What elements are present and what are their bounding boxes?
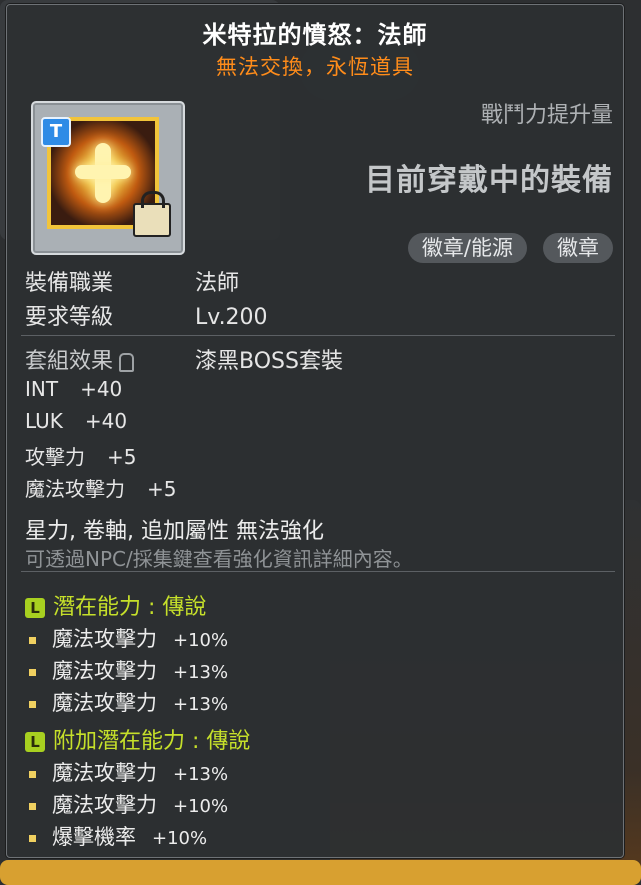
power-increase-label: 戰鬥力提升量	[480, 103, 613, 128]
stat-value: +40	[84, 409, 128, 433]
potential-line: 魔法攻擊力 +13%	[29, 687, 228, 717]
stat-name: 魔法攻擊力	[25, 477, 125, 501]
potential-line: 魔法攻擊力 +13%	[29, 655, 228, 685]
potential-name: 爆擊機率	[52, 825, 136, 849]
bullet-icon	[29, 700, 36, 708]
legendary-grade-icon: L	[25, 598, 45, 618]
stat-value: +5	[107, 445, 137, 469]
divider	[21, 571, 615, 572]
potential-name: 魔法攻擊力	[52, 691, 157, 715]
trade-note: 無法交換，永恆道具	[216, 55, 414, 79]
bonus-potential-title: 附加潛在能力 : 傳說	[53, 729, 251, 754]
potential-line: 魔法攻擊力 +10%	[29, 623, 228, 653]
background-scene	[0, 860, 641, 885]
enhance-note: 星力, 卷軸, 追加屬性 無法強化	[25, 519, 324, 544]
item-name: 米特拉的憤怒：法師	[202, 21, 428, 49]
potential-value: +10%	[152, 828, 208, 849]
required-job-value: 法師	[195, 271, 240, 296]
potential-name: 魔法攻擊力	[52, 761, 157, 785]
potential-value: +10%	[173, 630, 229, 651]
stat-value: +40	[80, 377, 123, 401]
stat-row: LUK +40	[25, 409, 127, 433]
potential-value: +13%	[173, 662, 229, 683]
bonus-potential-line: 魔法攻擊力 +13%	[29, 757, 228, 787]
divider	[21, 335, 615, 336]
bullet-icon	[29, 834, 36, 842]
potential-header: L 潛在能力 : 傳說	[25, 589, 206, 621]
stat-row: 魔法攻擊力 +5	[25, 473, 176, 502]
bullet-icon	[29, 802, 36, 810]
lock-icon	[133, 191, 171, 237]
bonus-potential-line: 爆擊機率 +10%	[29, 821, 207, 851]
item-tooltip: 米特拉的憤怒：法師 無法交換，永恆道具 T 戰鬥力提升量 目前穿戴中的裝備 徽章…	[6, 4, 624, 858]
potential-title: 潛在能力 : 傳說	[53, 595, 207, 620]
stat-row: INT +40	[25, 377, 122, 401]
category-tag: 徽章	[543, 233, 613, 263]
equipped-label: 目前穿戴中的裝備	[365, 163, 613, 198]
stat-name: LUK	[25, 409, 63, 433]
stat-row: 攻擊力 +5	[25, 441, 136, 470]
bullet-icon	[29, 636, 36, 644]
item-icon-frame: T	[31, 101, 185, 255]
potential-name: 魔法攻擊力	[52, 793, 157, 817]
potential-value: +13%	[173, 694, 229, 715]
required-job-label: 裝備職業	[25, 271, 114, 296]
bullet-icon	[29, 668, 36, 676]
potential-name: 魔法攻擊力	[52, 659, 157, 683]
potential-value: +13%	[173, 764, 229, 785]
required-job-row: 裝備職業 法師	[25, 265, 239, 297]
required-level-row: 要求等級 Lv.200	[25, 299, 268, 331]
enhance-hint: 可透過NPC/採集鍵查看強化資訊詳細內容。	[25, 547, 413, 571]
potential-value: +10%	[173, 796, 229, 817]
required-level-value: Lv.200	[195, 305, 268, 330]
stat-name: INT	[25, 377, 59, 401]
stat-value: +5	[147, 477, 177, 501]
bonus-potential-line: 魔法攻擊力 +10%	[29, 789, 228, 819]
required-level-label: 要求等級	[25, 305, 114, 330]
legendary-grade-icon: L	[25, 732, 45, 752]
mouse-icon	[119, 352, 135, 372]
stat-name: 攻擊力	[25, 445, 85, 469]
set-effect-text: 套組效果	[25, 349, 114, 374]
t-badge-icon: T	[41, 117, 71, 147]
set-effect-label: 套組效果	[25, 343, 135, 375]
set-effect-value: 漆黑BOSS套裝	[195, 349, 343, 374]
bonus-potential-header: L 附加潛在能力 : 傳說	[25, 723, 250, 755]
bullet-icon	[29, 770, 36, 778]
potential-name: 魔法攻擊力	[52, 627, 157, 651]
category-tag: 徽章/能源	[407, 233, 527, 263]
